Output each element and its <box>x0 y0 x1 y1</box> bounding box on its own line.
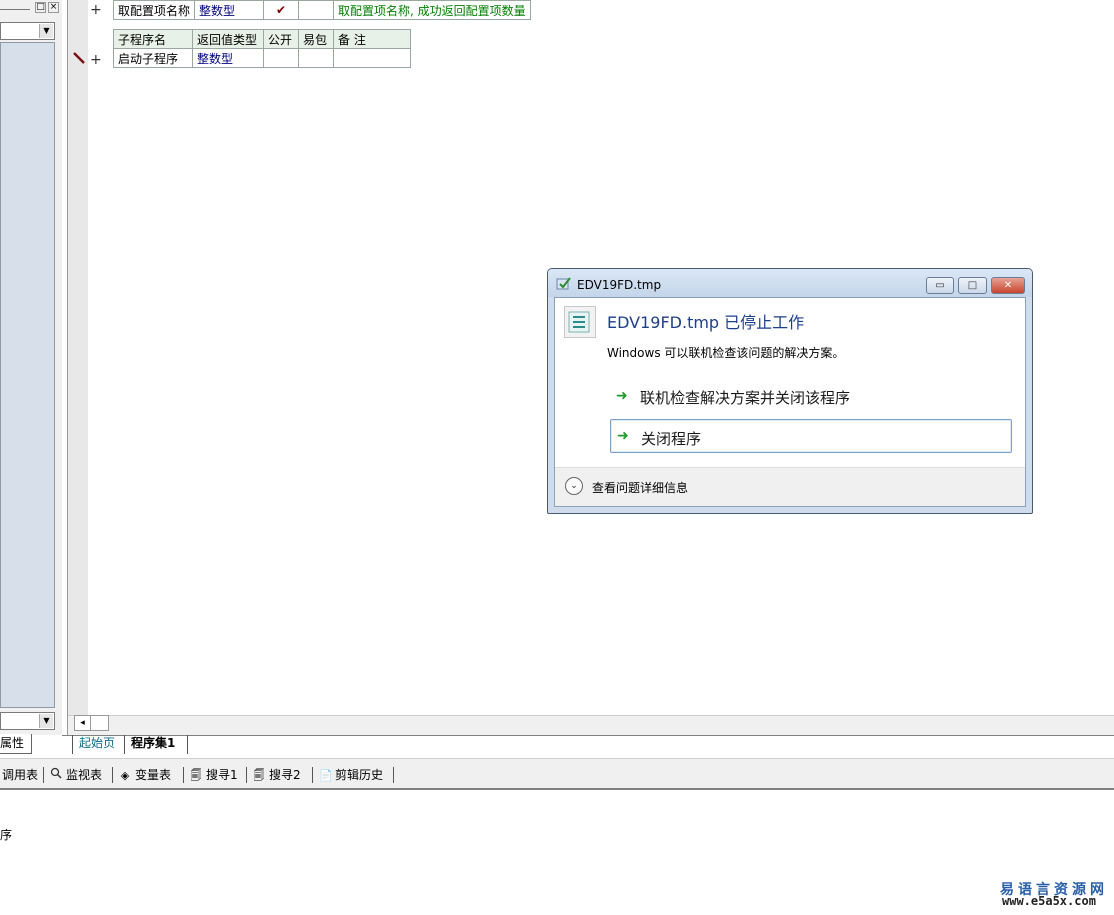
column-header: 返回值类型 <box>192 29 264 49</box>
comment-cell[interactable] <box>333 48 411 68</box>
easy-pack-cell[interactable] <box>298 0 335 20</box>
search1-label: 搜寻1 <box>206 768 238 782</box>
return-type[interactable]: 整数型 <box>194 0 265 20</box>
scroll-left-icon[interactable]: ◂ <box>74 715 91 731</box>
subroutine-name[interactable]: 启动子程序 <box>113 48 193 68</box>
panel-title-line <box>0 9 30 10</box>
variable-table-button[interactable]: ◈ 变量表 <box>119 767 171 783</box>
toolbar-separator <box>112 767 113 783</box>
minimize-button[interactable]: ▭ <box>926 277 954 294</box>
watch-table-button[interactable]: 监视表 <box>50 767 102 783</box>
horizontal-scrollbar[interactable] <box>91 715 109 731</box>
search1-button[interactable]: 🗐 搜寻1 <box>190 767 238 783</box>
panel-close-button[interactable]: × <box>48 2 59 13</box>
editor-gutter <box>68 0 88 715</box>
clipboard-icon: 📄 <box>319 769 333 782</box>
return-type[interactable]: 整数型 <box>192 48 264 68</box>
toolbar-separator <box>183 767 184 783</box>
left-combo-top[interactable]: ▼ <box>0 22 55 40</box>
column-header: 子程序名 <box>113 29 193 49</box>
table-row: 取配置项名称 整数型 ✔ 取配置项名称, 成功返回配置项数量 <box>112 0 531 20</box>
toolbar-separator <box>43 767 44 783</box>
tab-program-set[interactable]: 程序集1 <box>124 735 188 754</box>
close-button[interactable]: ✕ <box>991 277 1025 294</box>
search2-button[interactable]: 🗐 搜寻2 <box>253 767 301 783</box>
column-header: 易包 <box>298 29 334 49</box>
option-label: 联机检查解决方案并关闭该程序 <box>640 389 851 407</box>
table-row: 启动子程序 整数型 <box>113 48 411 68</box>
clip-history-button[interactable]: 📄 剪辑历史 <box>319 767 383 783</box>
green-arrow-icon: ➜ <box>617 428 629 444</box>
toolbar-separator <box>312 767 313 783</box>
watermark-url: www.e5a5x.com <box>1002 894 1096 908</box>
subroutine-table: 子程序名 返回值类型 公开 易包 备 注 启动子程序 整数型 <box>113 29 411 68</box>
pen-icon <box>72 51 86 65</box>
table-header-row: 子程序名 返回值类型 公开 易包 备 注 <box>113 29 411 49</box>
program-icon <box>564 306 596 338</box>
app-check-icon <box>556 276 572 292</box>
panel-restore-button[interactable]: □ <box>35 2 46 13</box>
chevron-down-icon[interactable]: ▼ <box>39 714 53 728</box>
function-name[interactable]: 取配置项名称 <box>112 0 196 20</box>
search2-label: 搜寻2 <box>269 768 301 782</box>
public-cell[interactable] <box>263 48 299 68</box>
search-doc-icon: 🗐 <box>253 769 265 782</box>
chevron-down-icon[interactable]: ▼ <box>39 24 53 38</box>
dialog-title: EDV19FD.tmp <box>577 278 662 292</box>
expand-icon[interactable]: + <box>90 3 102 17</box>
green-arrow-icon: ➜ <box>616 388 628 404</box>
maximize-button[interactable]: □ <box>958 277 987 294</box>
watch-table-label: 监视表 <box>66 768 103 782</box>
option-label: 关闭程序 <box>641 430 702 448</box>
call-table-button[interactable]: 调用表 <box>2 767 38 783</box>
editor-scroll-area <box>68 715 1114 735</box>
tab-start-page[interactable]: 起始页 <box>72 735 124 754</box>
dialog-heading: EDV19FD.tmp 已停止工作 <box>607 313 805 332</box>
document-tab-bar <box>62 735 1114 755</box>
magnifier-icon <box>50 767 62 784</box>
public-check-icon[interactable]: ✔ <box>263 0 300 20</box>
toolbar-separator <box>393 767 394 783</box>
expand-icon[interactable]: + <box>90 53 102 67</box>
function-row-table: 取配置项名称 整数型 ✔ 取配置项名称, 成功返回配置项数量 <box>112 0 531 20</box>
variable-table-label: 变量表 <box>135 768 172 782</box>
check-online-and-close-option[interactable]: ➜ 联机检查解决方案并关闭该程序 <box>610 382 1012 412</box>
search-doc-icon: 🗐 <box>190 769 202 782</box>
output-text: 序 <box>0 828 13 842</box>
chevron-down-icon[interactable]: ⌄ <box>565 477 583 495</box>
clip-history-label: 剪辑历史 <box>335 768 384 782</box>
toolbar-separator <box>246 767 247 783</box>
column-header: 备 注 <box>333 29 411 49</box>
column-header: 公开 <box>263 29 299 49</box>
properties-tab[interactable]: 属性 <box>0 734 32 754</box>
variable-icon: ◈ <box>120 769 130 782</box>
left-combo-bottom[interactable]: ▼ <box>0 712 55 730</box>
call-table-label: 调用表 <box>2 768 39 782</box>
close-program-option[interactable]: ➜ 关闭程序 <box>610 419 1012 453</box>
comment-cell[interactable]: 取配置项名称, 成功返回配置项数量 <box>333 0 531 20</box>
dialog-description: Windows 可以联机检查该问题的解决方案。 <box>607 346 845 360</box>
view-details-link[interactable]: 查看问题详细信息 <box>592 479 688 496</box>
project-tree[interactable] <box>0 42 55 708</box>
easy-pack-cell[interactable] <box>298 48 334 68</box>
